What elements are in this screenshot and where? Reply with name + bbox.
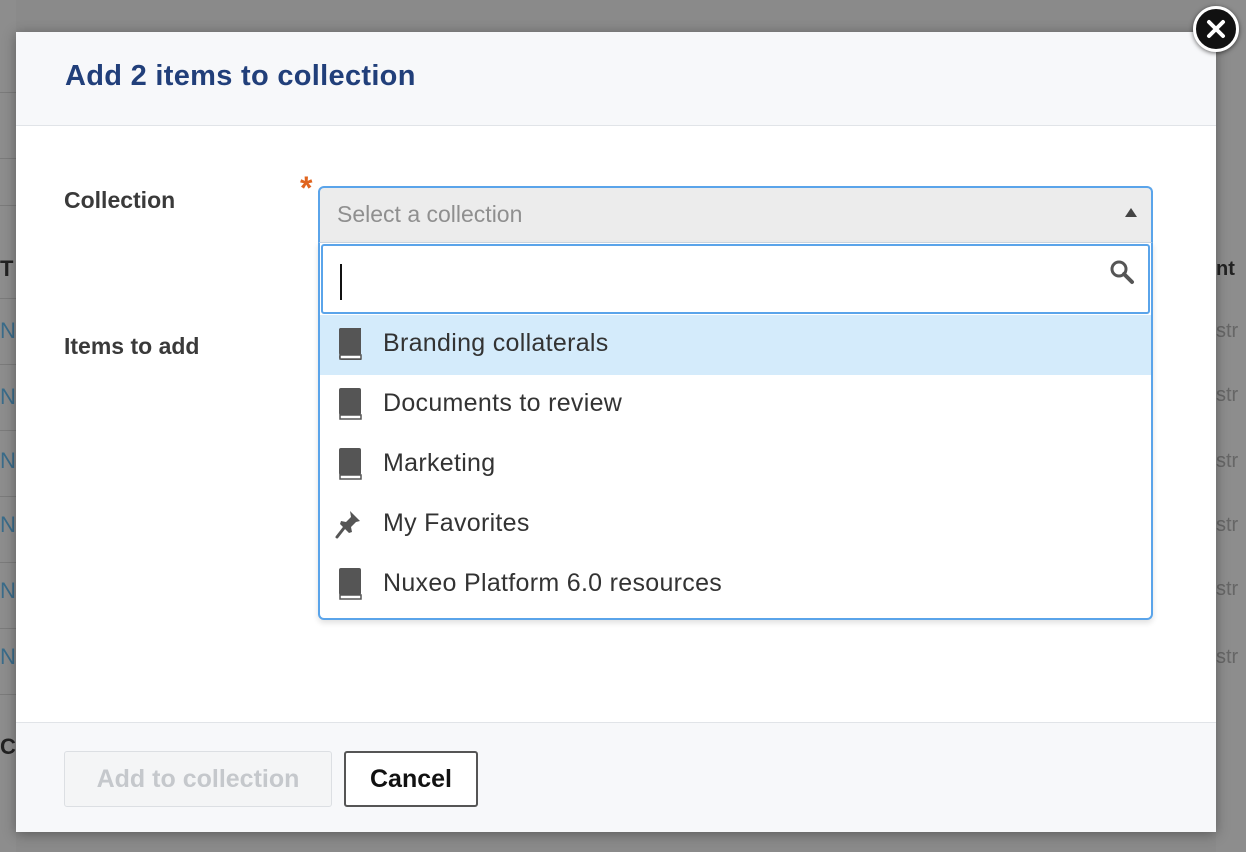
background-divider (0, 694, 16, 695)
background-row-fragment: N (0, 512, 16, 537)
collection-search-input[interactable] (321, 244, 1150, 314)
dialog-header: Add 2 items to collection (16, 32, 1216, 126)
chevron-up-icon (1125, 208, 1137, 217)
option-marketing[interactable]: Marketing (320, 435, 1151, 495)
option-label: Documents to review (383, 389, 623, 417)
background-row-fragment: str (1216, 450, 1239, 472)
option-label: Branding collaterals (383, 329, 609, 357)
option-label: My Favorites (383, 509, 530, 537)
background-row-fragment: N (0, 318, 16, 343)
option-nuxeo-platform-resources[interactable]: Nuxeo Platform 6.0 resources (320, 555, 1151, 615)
add-to-collection-dialog: Add 2 items to collection Collection * I… (16, 6, 1239, 832)
required-marker: * (300, 170, 313, 206)
option-label: Nuxeo Platform 6.0 resources (383, 569, 723, 597)
background-row-fragment: str (1216, 384, 1239, 406)
collection-select-placeholder: Select a collection (337, 201, 523, 227)
background-divider (0, 92, 16, 93)
book-icon (339, 388, 362, 420)
background-divider (0, 496, 16, 497)
background-divider (0, 158, 16, 159)
background-column-header-fragment: nt (1216, 258, 1235, 280)
background-row-fragment: N (0, 578, 16, 603)
dialog-title: Add 2 items to collection (65, 60, 416, 92)
background-divider (0, 364, 16, 365)
close-x-icon (1207, 20, 1225, 38)
background-divider (0, 205, 16, 206)
book-icon (339, 448, 362, 480)
background-divider (0, 562, 16, 563)
book-icon (339, 568, 362, 600)
option-documents-to-review[interactable]: Documents to review (320, 375, 1151, 435)
background-row-fragment: str (1216, 514, 1239, 536)
pin-icon (335, 511, 360, 539)
dialog-footer: Add to collection Cancel (16, 722, 1216, 832)
background-divider (0, 298, 16, 299)
background-row-fragment: str (1216, 578, 1239, 600)
background-row-fragment: N (0, 384, 16, 409)
option-branding-collaterals[interactable]: Branding collaterals (320, 315, 1151, 375)
background-divider (0, 430, 16, 431)
text-caret (340, 264, 342, 300)
background-row-fragment: str (1216, 320, 1239, 342)
collection-label: Collection (64, 187, 176, 213)
search-icon (1110, 260, 1134, 284)
book-icon (339, 328, 362, 360)
option-my-favorites[interactable]: My Favorites (320, 495, 1151, 555)
collection-options-list: Branding collaterals Documents to review… (320, 315, 1151, 615)
background-left-strip (0, 0, 16, 852)
add-to-collection-button[interactable]: Add to collection (64, 751, 332, 807)
background-divider (0, 628, 16, 629)
cancel-button[interactable]: Cancel (344, 751, 478, 807)
collection-select[interactable]: Select a collection (318, 186, 1153, 242)
close-dialog-button[interactable] (1193, 6, 1239, 52)
collection-dropdown: Branding collaterals Documents to review… (318, 242, 1153, 620)
items-to-add-label: Items to add (64, 333, 200, 359)
background-row-fragment: N (0, 448, 16, 473)
background-column-header-fragment: T (0, 256, 14, 281)
background-right-strip (1216, 0, 1246, 852)
background-section-fragment: C (0, 734, 16, 759)
background-row-fragment: N (0, 644, 16, 669)
background-row-fragment: str (1216, 646, 1239, 668)
option-label: Marketing (383, 449, 496, 477)
